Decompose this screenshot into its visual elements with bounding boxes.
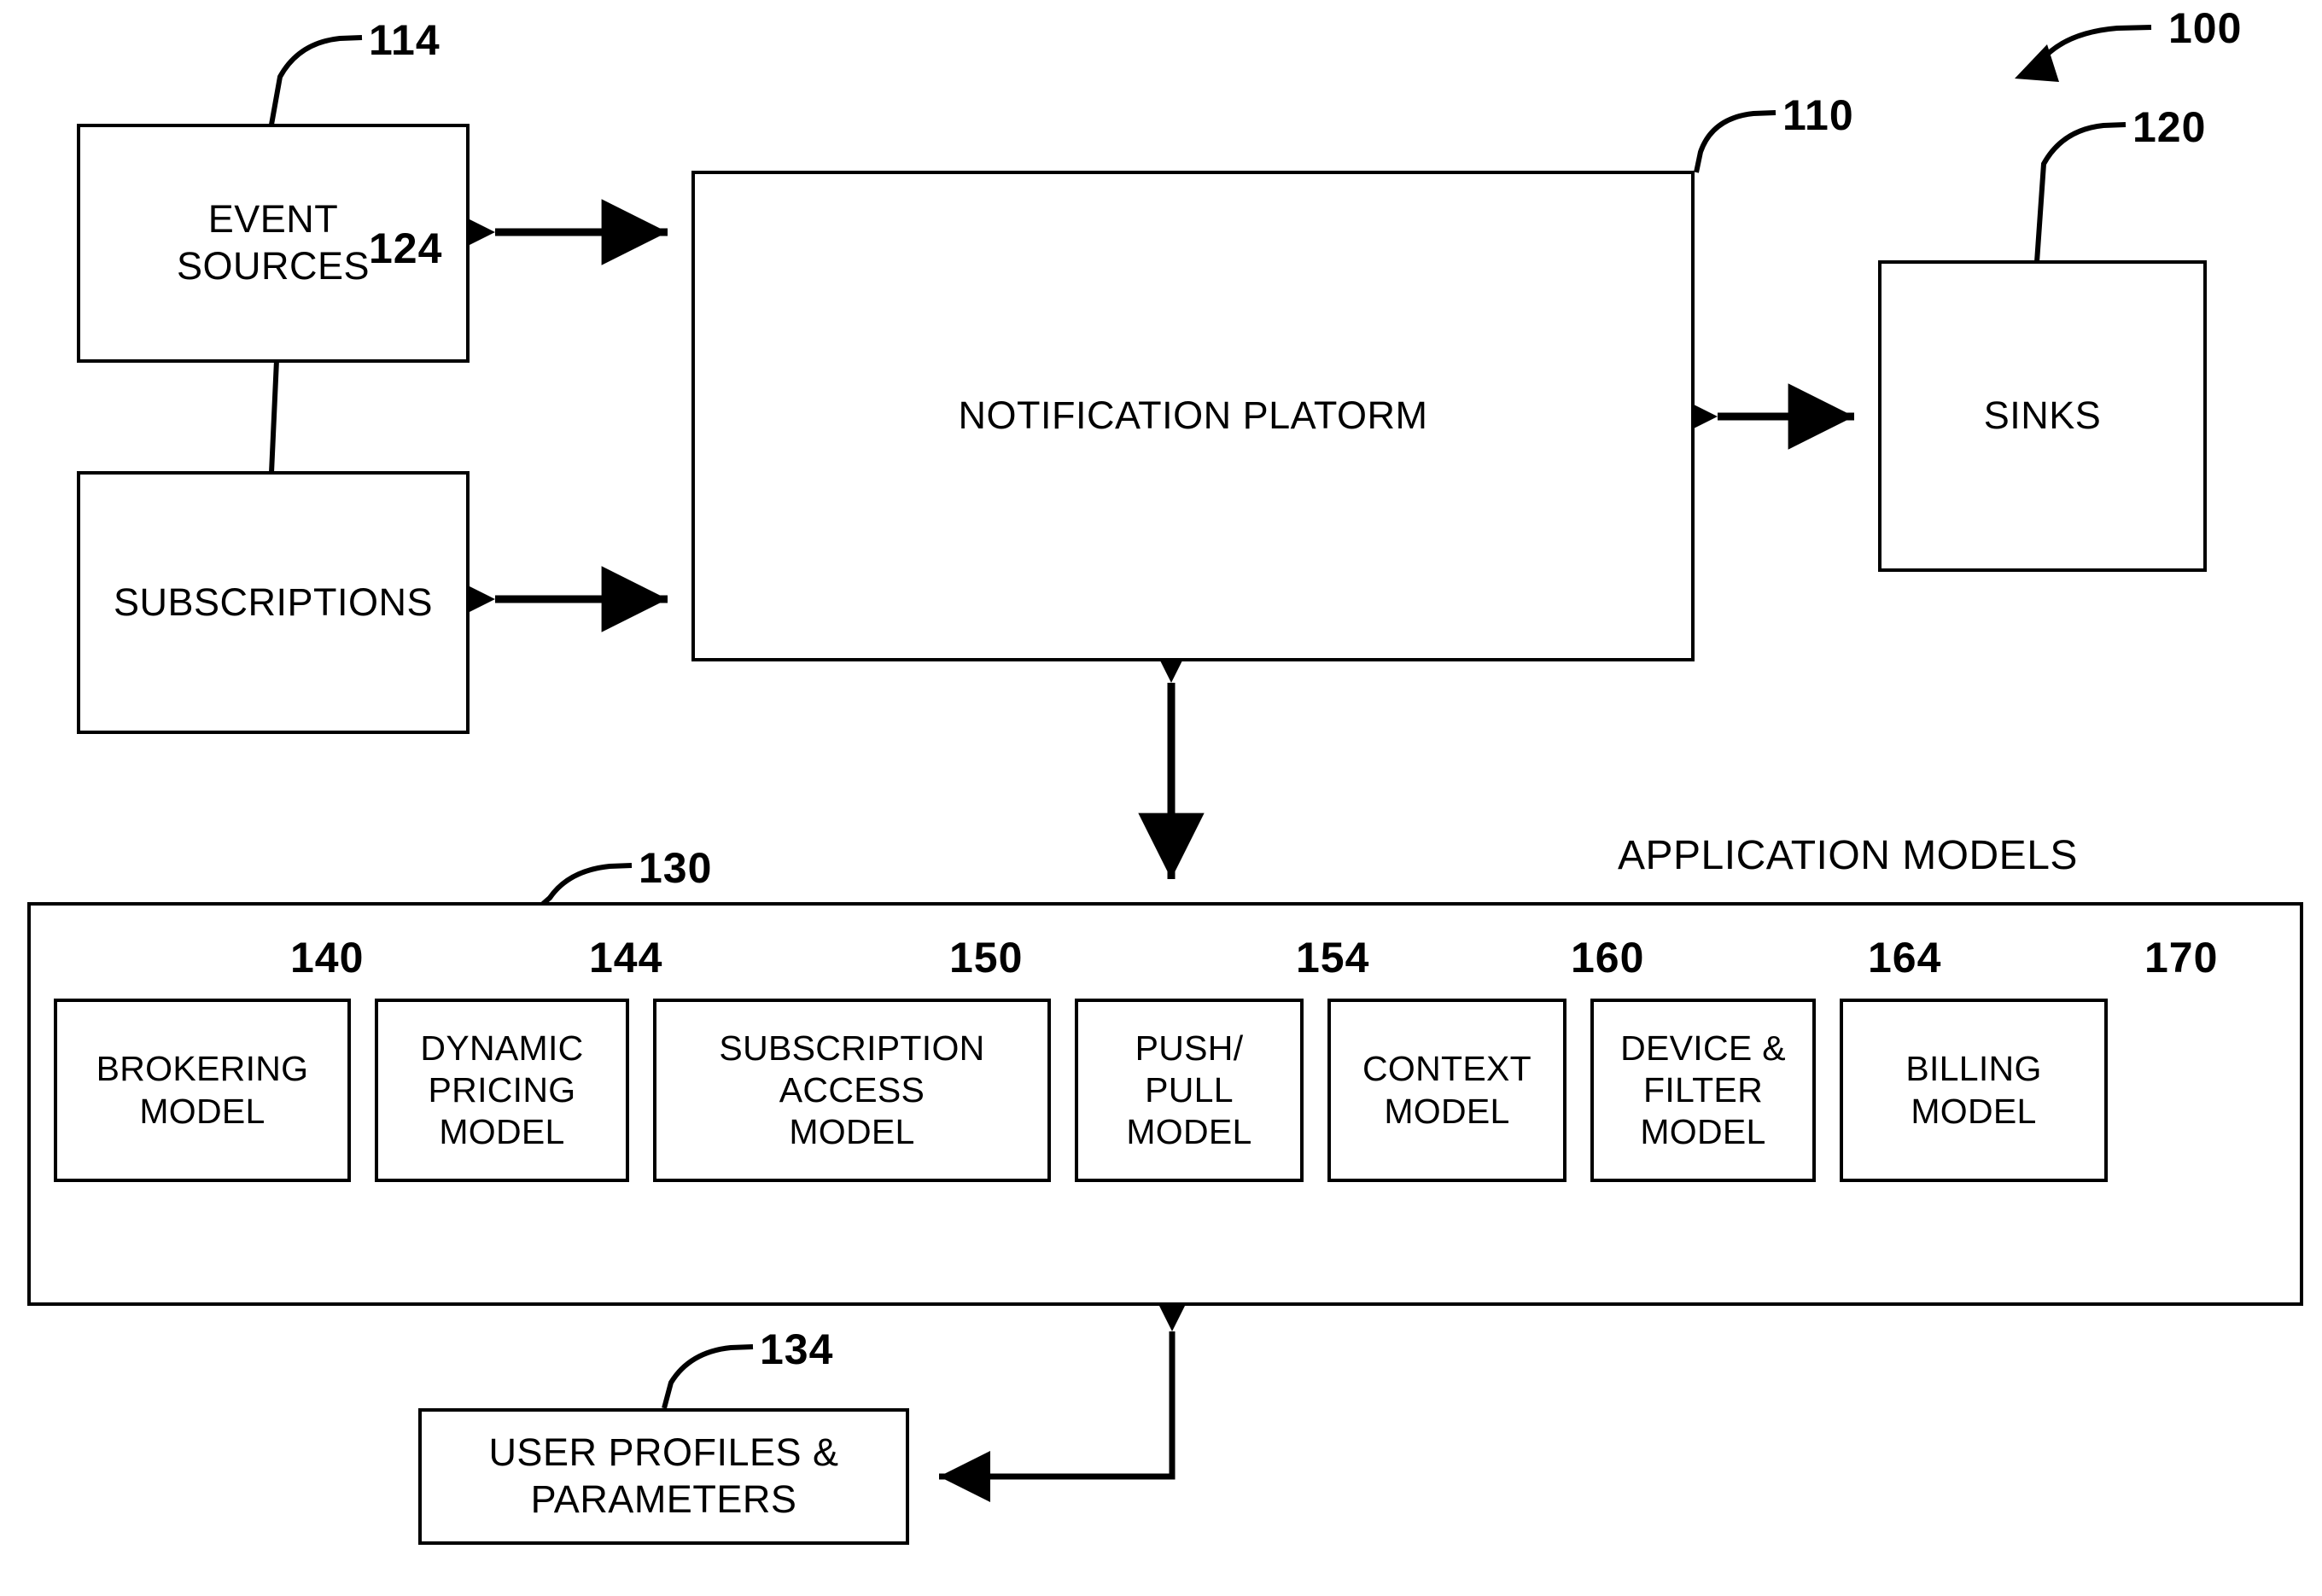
block-notification-platform-label: NOTIFICATION PLATORM [958, 393, 1428, 438]
block-user-profiles-parameters[interactable]: USER PROFILES & PARAMETERS [418, 1408, 909, 1545]
model-box-brokering[interactable]: BROKERING MODEL [54, 999, 351, 1182]
model-box-billing-label: BILLING MODEL [1905, 1049, 2042, 1131]
connector-user-profiles-app-models [939, 1279, 1199, 1503]
block-sinks-label: SINKS [1983, 393, 2102, 438]
ref-numeral-164: 164 [1868, 934, 1942, 981]
model-box-device-filter[interactable]: DEVICE & FILTER MODEL [1590, 999, 1816, 1182]
ref-numeral-140: 140 [290, 934, 365, 981]
block-subscriptions-label: SUBSCRIPTIONS [113, 580, 434, 624]
model-box-billing[interactable]: BILLING MODEL [1840, 999, 2108, 1182]
ref-numeral-100: 100 [2168, 4, 2243, 52]
model-box-device-filter-label: DEVICE & FILTER MODEL [1620, 1028, 1786, 1152]
model-box-brokering-label: BROKERING MODEL [96, 1049, 309, 1131]
block-sinks[interactable]: SINKS [1878, 260, 2207, 572]
model-box-subscription-access-label: SUBSCRIPTION ACCESS MODEL [719, 1028, 985, 1152]
ref-numeral-154: 154 [1296, 934, 1370, 981]
ref-numeral-124: 124 [369, 224, 443, 272]
patent-figure: 100 EVENT SOURCES 114 SUBSCRIPTIONS 124 … [0, 0, 2322, 1596]
ref-numeral-170: 170 [2144, 934, 2219, 981]
model-box-push-pull[interactable]: PUSH/ PULL MODEL [1075, 999, 1304, 1182]
application-models-caption: APPLICATION MODELS [1618, 833, 2078, 878]
model-box-context[interactable]: CONTEXT MODEL [1327, 999, 1566, 1182]
model-box-dynamic-pricing-label: DYNAMIC PRICING MODEL [420, 1028, 584, 1152]
block-event-sources-label: EVENT SOURCES [176, 197, 370, 288]
model-box-dynamic-pricing[interactable]: DYNAMIC PRICING MODEL [375, 999, 629, 1182]
ref-numeral-110: 110 [1782, 91, 1854, 139]
ref-numeral-130: 130 [639, 844, 713, 892]
ref-numeral-134: 134 [760, 1325, 834, 1373]
ref-numeral-150: 150 [949, 934, 1024, 981]
block-subscriptions[interactable]: SUBSCRIPTIONS [77, 471, 470, 734]
model-box-subscription-access[interactable]: SUBSCRIPTION ACCESS MODEL [653, 999, 1051, 1182]
block-notification-platform[interactable]: NOTIFICATION PLATORM [691, 171, 1695, 661]
model-box-push-pull-label: PUSH/ PULL MODEL [1126, 1028, 1252, 1152]
leader-100 [2015, 25, 2152, 82]
ref-numeral-144: 144 [589, 934, 663, 981]
application-models-row: BROKERING MODEL DYNAMIC PRICING MODEL SU… [54, 999, 2277, 1182]
block-user-profiles-parameters-label: USER PROFILES & PARAMETERS [488, 1430, 839, 1521]
model-box-context-label: CONTEXT MODEL [1362, 1049, 1531, 1131]
ref-numeral-160: 160 [1571, 934, 1645, 981]
ref-numeral-120: 120 [2132, 103, 2207, 151]
ref-numeral-114: 114 [369, 16, 440, 64]
